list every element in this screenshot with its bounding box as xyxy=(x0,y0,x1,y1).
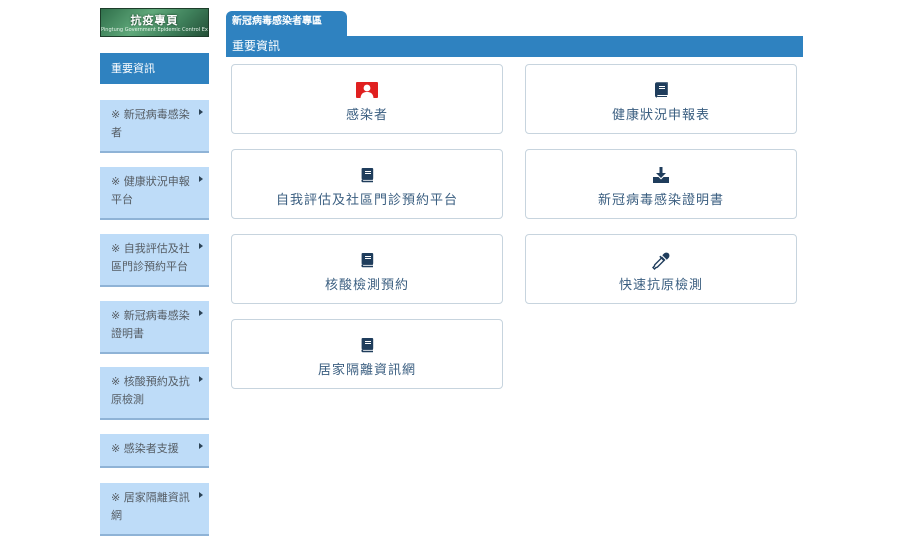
sidebar-item-home-quarantine[interactable]: ※ 居家隔離資訊 網 xyxy=(100,483,209,536)
caret-right-icon xyxy=(199,310,203,316)
caret-right-icon xyxy=(199,109,203,115)
sidebar-item-label-line1: ※ 自我評估及社 xyxy=(111,242,190,255)
caret-right-icon xyxy=(199,376,203,382)
sidebar-item-label-line2: 區門診預約平台 xyxy=(111,260,188,273)
card-self-assessment[interactable]: 自我評估及社區門診預約平台 xyxy=(231,149,503,219)
sidebar-item-health-report[interactable]: ※ 健康狀況申報 平台 xyxy=(100,167,209,220)
sidebar-item-label-line1: ※ 核酸預約及抗 xyxy=(111,375,190,388)
card-label: 感染者 xyxy=(345,108,388,123)
book-icon xyxy=(359,167,375,187)
card-rapid-antigen[interactable]: 快速抗原檢測 xyxy=(525,234,797,304)
zone-tab: 新冠病毒感染者專區 xyxy=(226,11,347,37)
sidebar-item-label-line1: ※ 健康狀況申報 xyxy=(111,175,190,188)
card-label: 新冠病毒感染證明書 xyxy=(597,193,724,208)
card-nucleic-test[interactable]: 核酸檢測預約 xyxy=(231,234,503,304)
card-label: 快速抗原檢測 xyxy=(618,278,703,293)
sidebar-item-certificate[interactable]: ※ 新冠病毒感染 證明書 xyxy=(100,301,209,354)
caret-right-icon xyxy=(199,492,203,498)
sidebar-item-label-line1: ※ 新冠病毒感染 xyxy=(111,309,190,322)
sidebar-item-testing[interactable]: ※ 核酸預約及抗 原檢測 xyxy=(100,367,209,420)
card-label: 居家隔離資訊網 xyxy=(317,363,416,378)
sidebar-item-label-line2: 證明書 xyxy=(111,327,144,340)
book-icon xyxy=(653,82,669,102)
sidebar-item-infected[interactable]: ※ 新冠病毒感染 者 xyxy=(100,100,209,153)
user-icon xyxy=(356,82,378,102)
sidebar-item-self-assessment[interactable]: ※ 自我評估及社 區門診預約平台 xyxy=(100,234,209,287)
site-logo[interactable]: 抗疫專頁 Pingtung Government Epidemic Contro… xyxy=(100,8,209,37)
download-icon xyxy=(652,167,670,187)
logo-subtitle: Pingtung Government Epidemic Control Exc… xyxy=(101,27,208,33)
caret-right-icon xyxy=(199,443,203,449)
sidebar-item-label-line2: 平台 xyxy=(111,193,133,206)
sidebar-item-label-line1: ※ 居家隔離資訊 xyxy=(111,491,190,504)
sidebar-item-important-info[interactable]: 重要資訊 xyxy=(100,53,209,84)
card-label: 核酸檢測預約 xyxy=(324,278,409,293)
card-label: 自我評估及社區門診預約平台 xyxy=(275,193,458,208)
dropper-icon xyxy=(652,252,670,274)
sidebar-item-label-line2: 網 xyxy=(111,509,122,522)
caret-right-icon xyxy=(199,243,203,249)
logo-title: 抗疫專頁 xyxy=(130,14,179,27)
caret-right-icon xyxy=(199,176,203,182)
sidebar-item-label-line2: 者 xyxy=(111,126,122,139)
card-infected[interactable]: 感染者 xyxy=(231,64,503,134)
sidebar-item-support[interactable]: ※ 感染者支援 xyxy=(100,434,209,468)
card-health-report[interactable]: 健康狀況申報表 xyxy=(525,64,797,134)
card-home-quarantine[interactable]: 居家隔離資訊網 xyxy=(231,319,503,389)
book-icon xyxy=(359,337,375,357)
section-header: 重要資訊 xyxy=(226,36,803,57)
card-certificate[interactable]: 新冠病毒感染證明書 xyxy=(525,149,797,219)
book-icon xyxy=(359,252,375,272)
zone-tab-title: 新冠病毒感染者專區 xyxy=(232,16,322,27)
sidebar-item-label-line2: 原檢測 xyxy=(111,393,144,406)
sidebar-item-label-line1: ※ 感染者支援 xyxy=(111,442,179,455)
sidebar-item-label-line1: ※ 新冠病毒感染 xyxy=(111,108,190,121)
card-label: 健康狀況申報表 xyxy=(611,108,710,123)
sidebar-item-label: 重要資訊 xyxy=(111,62,155,75)
section-title: 重要資訊 xyxy=(232,39,281,53)
